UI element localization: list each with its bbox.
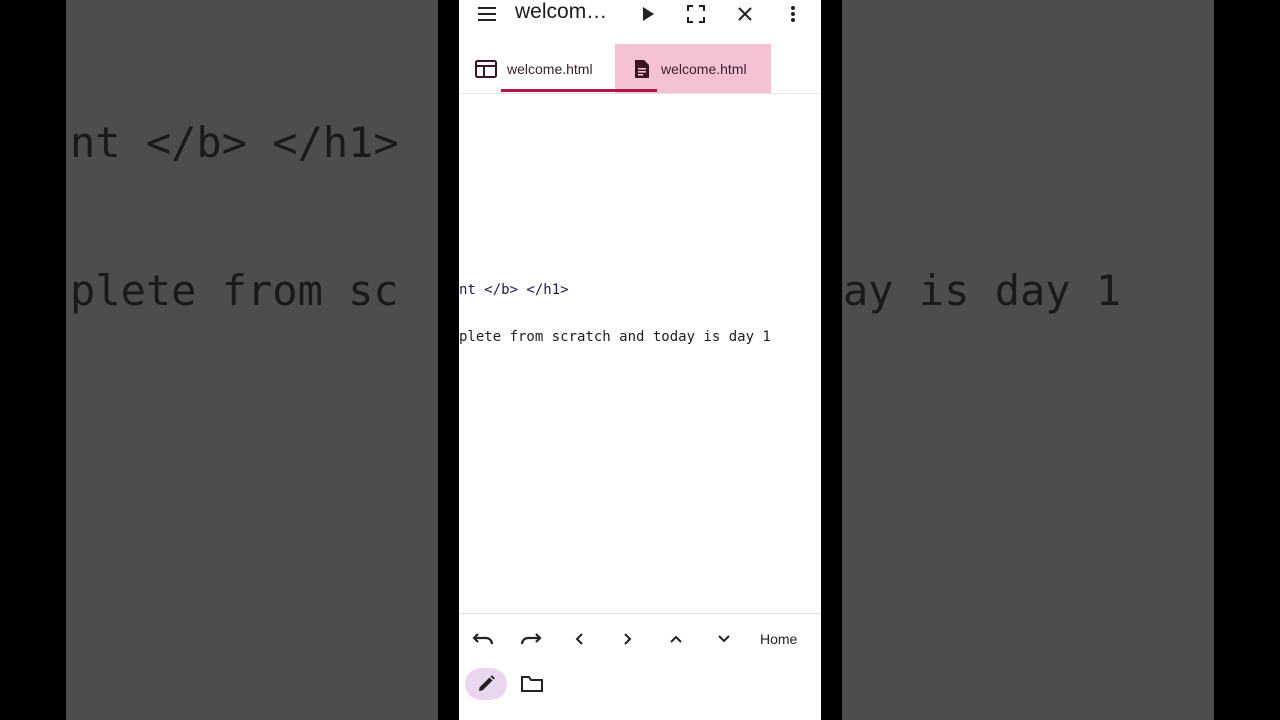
folder-icon[interactable] <box>520 672 544 696</box>
chevron-right-icon[interactable] <box>615 626 641 652</box>
phone-bezel-right <box>821 0 842 720</box>
active-tab-indicator <box>501 89 657 92</box>
redo-icon[interactable] <box>518 626 544 652</box>
file-title: welcom… <box>515 0 608 23</box>
browser-window-icon <box>475 59 497 78</box>
file-tabs: welcome.html welcome.html <box>459 44 821 94</box>
phone-bezel-left <box>438 0 459 720</box>
more-vert-icon[interactable] <box>781 2 805 26</box>
chevron-down-icon[interactable] <box>711 626 737 652</box>
tab-label: welcome.html <box>507 60 593 77</box>
background-code-line-2-left: plete from sc <box>70 266 399 315</box>
tab-label: welcome.html <box>661 60 747 77</box>
tab-welcome-html-1[interactable]: welcome.html <box>475 44 655 93</box>
pencil-icon <box>476 674 496 694</box>
code-line[interactable]: nt </b> </h1> <box>459 282 569 298</box>
fullscreen-icon[interactable] <box>684 2 708 26</box>
phone-screen: welcom… welcome.html welcome.html nt </b… <box>459 0 821 720</box>
close-icon[interactable] <box>733 2 757 26</box>
background-code-line-1: nt </b> </h1> <box>70 118 399 167</box>
chevron-left-icon[interactable] <box>566 626 592 652</box>
edit-mode-button[interactable] <box>465 668 507 700</box>
play-icon[interactable] <box>636 2 660 26</box>
bottom-bar <box>459 663 821 720</box>
background-code-line-2-right: ay is day 1 <box>843 266 1122 315</box>
top-toolbar: welcom… <box>459 0 821 26</box>
code-line[interactable]: plete from scratch and today is day 1 <box>459 329 771 345</box>
code-editor[interactable]: nt </b> </h1> plete from scratch and tod… <box>459 94 821 612</box>
undo-icon[interactable] <box>470 626 496 652</box>
home-key[interactable]: Home <box>760 631 797 647</box>
extra-keys-bar: Home <box>459 613 821 664</box>
hamburger-menu-icon[interactable] <box>475 2 499 26</box>
chevron-up-icon[interactable] <box>663 626 689 652</box>
